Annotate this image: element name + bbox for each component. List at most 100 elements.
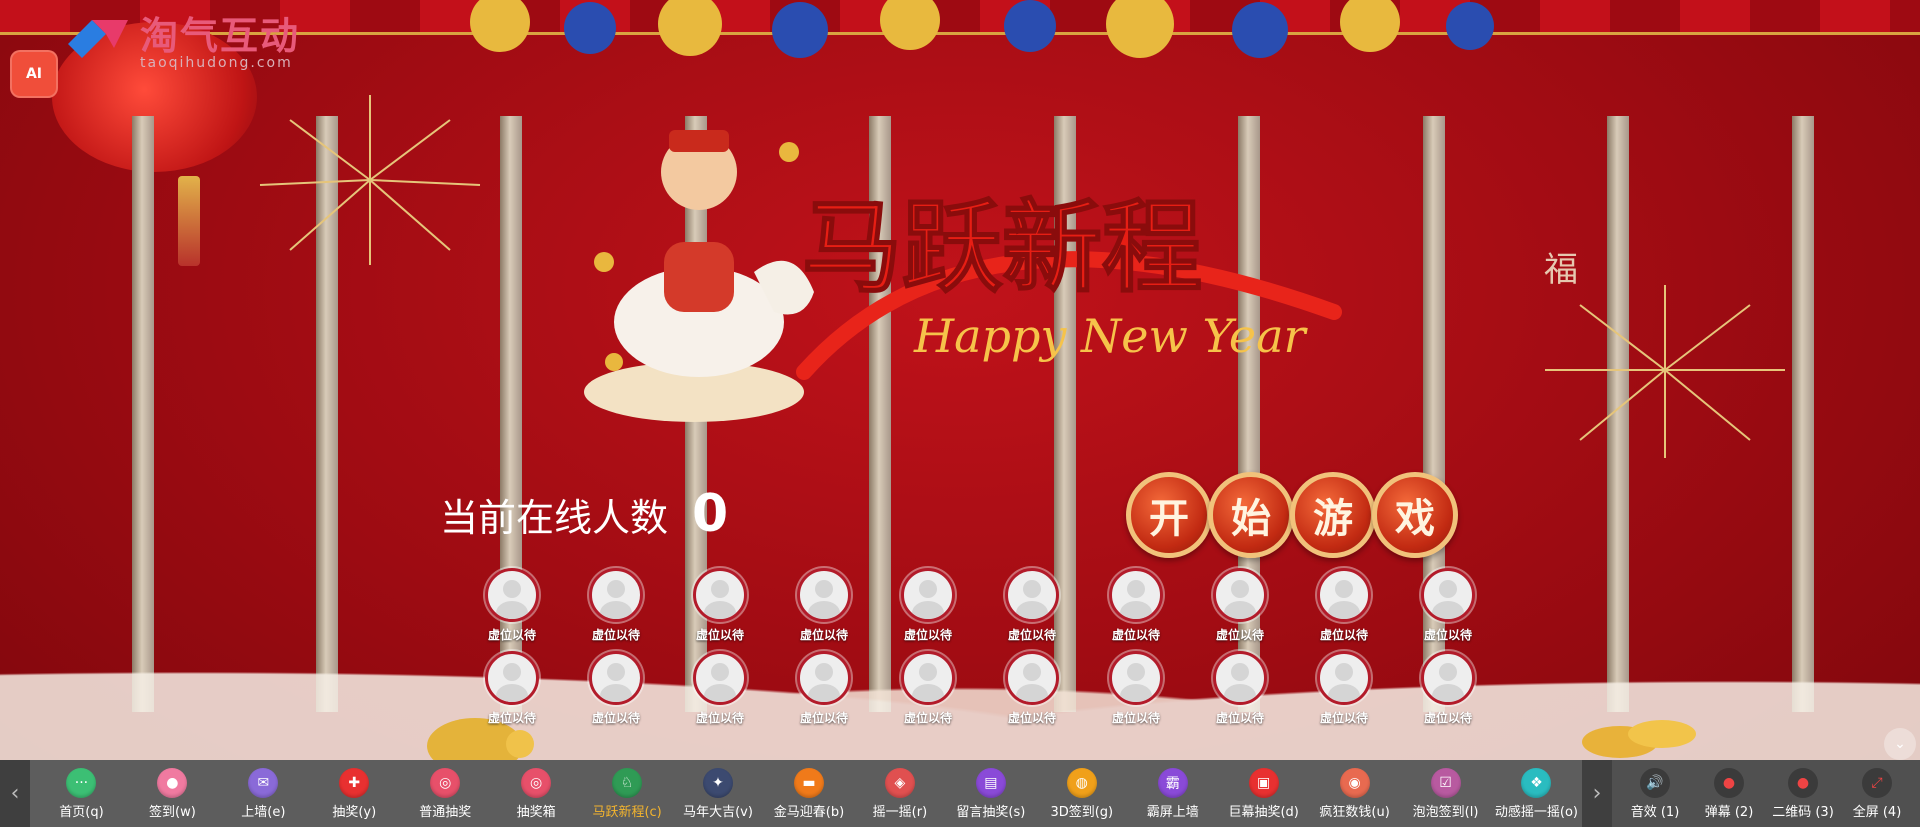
slot-label: 虚位以待 [487,711,536,725]
toolbar-item-label: 泡泡签到(l) [1412,804,1479,820]
player-slot: 虚位以待 [1188,651,1292,726]
player-slot-grid: 虚位以待 虚位以待 虚位以待 虚位以待 虚位以待 虚位以待 虚位以待 虚位以待 … [460,568,1475,726]
start-game-button[interactable]: 开 始 游 戏 [1126,472,1458,558]
avatar-placeholder [797,568,851,622]
car-icon: ▬ [793,767,824,798]
settings-item[interactable]: ⤢ 全屏 (4) [1840,760,1914,827]
settings-item[interactable]: ● 弹幕 (2) [1692,760,1766,827]
toolbar-item-label: 巨幕抽奖(d) [1228,804,1299,820]
toolbar-item-label: 3D签到(g) [1050,804,1114,820]
player-slot: 虚位以待 [876,651,980,726]
settings-item-label: 二维码 (3) [1772,804,1834,820]
slot-label: 虚位以待 [591,628,640,642]
toolbar-item[interactable]: ● 签到(w) [127,760,218,827]
player-slot: 虚位以待 [668,651,772,726]
toolbar-item-label: 摇一摇(r) [872,804,928,820]
player-slot: 虚位以待 [460,568,564,643]
toolbar-item[interactable]: ▤ 留言抽奖(s) [945,760,1036,827]
toolbar-item[interactable]: ▣ 巨幕抽奖(d) [1218,760,1309,827]
wand-icon: ✦ [703,767,734,798]
toolbar-item-label: 普通抽奖 [419,804,472,820]
toolbar-prev-arrow-icon[interactable]: ‹ [0,760,30,827]
slot-label: 虚位以待 [799,711,848,725]
player-slot: 虚位以待 [772,568,876,643]
box-icon: ◎ [521,767,552,798]
player-slot: 虚位以待 [772,651,876,726]
event-banner: 马跃新程 Happy New Year [584,130,1342,422]
settings-item[interactable]: 🔊 音效 (1) [1618,760,1692,827]
player-slot: 虚位以待 [1188,568,1292,643]
online-label: 当前在线人数 [440,495,669,540]
toolbar-item-label: 马年大吉(v) [683,804,753,820]
avatar-placeholder [1421,568,1475,622]
avatar-placeholder [485,568,539,622]
settings-item[interactable]: ● 二维码 (3) [1766,760,1840,827]
slot-label: 虚位以待 [1319,628,1368,642]
note-icon: ▤ [975,767,1006,798]
toolbar-item[interactable]: ▬ 金马迎春(b) [764,760,855,827]
ai-button[interactable]: AI [10,50,58,98]
toolbar-item[interactable]: ✦ 马年大吉(v) [673,760,764,827]
firework-decoration [1545,285,1785,458]
avatar-placeholder [485,651,539,705]
avatar-placeholder [1109,568,1163,622]
slot-label: 虚位以待 [1215,628,1264,642]
banner-subtitle: Happy New Year [913,309,1309,363]
globe-icon: ◍ [1066,767,1097,798]
avatar-placeholder [693,651,747,705]
toolbar-item[interactable]: 霸霸屏上墙 [1127,760,1218,827]
toolbar-item-label: 签到(w) [149,804,196,820]
logo-mark-icon [68,20,128,58]
toolbar-item[interactable]: ☑ 泡泡签到(l) [1400,760,1491,827]
player-slot: 虚位以待 [1396,651,1500,726]
fu-character: 福 [1544,250,1578,290]
toolbar-item-label: 抽奖箱 [516,804,556,820]
dynamic-shake-icon: ❖ [1521,767,1552,798]
toolbar-item[interactable]: ◉ 疯狂数钱(u) [1309,760,1400,827]
start-button-char: 游 [1290,472,1376,558]
toolbar-item[interactable]: ◈ 摇一摇(r) [854,760,945,827]
shake-icon: ◈ [884,767,915,798]
start-button-char: 始 [1208,472,1294,558]
toolbar-item-label: 首页(q) [59,804,104,820]
settings-item-label: 全屏 (4) [1852,804,1902,820]
toolbar-item[interactable]: ✚ 抽奖(y) [309,760,400,827]
bottom-toolbar: ‹ ··· 首页(q) ● 签到(w) ✉ 上墙(e) ✚ 抽奖(y) ◎ 普通抽奖 ◎ 抽奖箱 ♘ 马跃… [0,760,1920,827]
slot-label: 虚位以待 [903,711,952,725]
god-of-wealth-on-horse-illustration [584,130,814,422]
brand-logo: 淘气互动 taoqihudong.com [66,12,300,76]
chat-icon: ··· [66,767,97,798]
firework-decoration [259,95,481,265]
player-slot: 虚位以待 [668,568,772,643]
toolbar-item[interactable]: ◎ 普通抽奖 [400,760,491,827]
fullscreen-icon: ⤢ [1862,767,1892,798]
avatar-placeholder [1005,651,1059,705]
avatar-placeholder [1213,651,1267,705]
toolbar-item[interactable]: ··· 首页(q) [36,760,127,827]
toolbar-items: ··· 首页(q) ● 签到(w) ✉ 上墙(e) ✚ 抽奖(y) ◎ 普通抽奖 ◎ 抽奖箱 ♘ 马跃新程… [30,760,1582,827]
avatar-placeholder [901,568,955,622]
player-slot: 虚位以待 [460,651,564,726]
slot-label: 虚位以待 [903,628,952,642]
toolbar-next-arrow-icon[interactable]: › [1582,760,1612,827]
user-icon: ● [157,767,188,798]
online-count: 0 [692,484,729,544]
slot-label: 虚位以待 [1007,711,1056,725]
horse-icon: ♘ [612,767,643,798]
slot-label: 虚位以待 [591,711,640,725]
toolbar-item[interactable]: ❖ 动感摇一摇(o) [1491,760,1582,827]
slot-label: 虚位以待 [1319,711,1368,725]
settings-item-label: 弹幕 (2) [1704,804,1754,820]
player-slot: 虚位以待 [1396,568,1500,643]
toolbar-item[interactable]: ✉ 上墙(e) [218,760,309,827]
gold-ingot-decoration [1582,720,1696,758]
toolbar-item[interactable]: ♘ 马跃新程(c) [582,760,673,827]
collapse-toolbar-icon[interactable]: ⌄ [1884,728,1916,760]
avatar-placeholder [1317,651,1371,705]
toolbar-item[interactable]: ◍ 3D签到(g) [1036,760,1127,827]
avatar-placeholder [901,651,955,705]
toolbar-item[interactable]: ◎ 抽奖箱 [491,760,582,827]
slot-label: 虚位以待 [1111,628,1160,642]
player-slot: 虚位以待 [564,568,668,643]
avatar-placeholder [589,568,643,622]
